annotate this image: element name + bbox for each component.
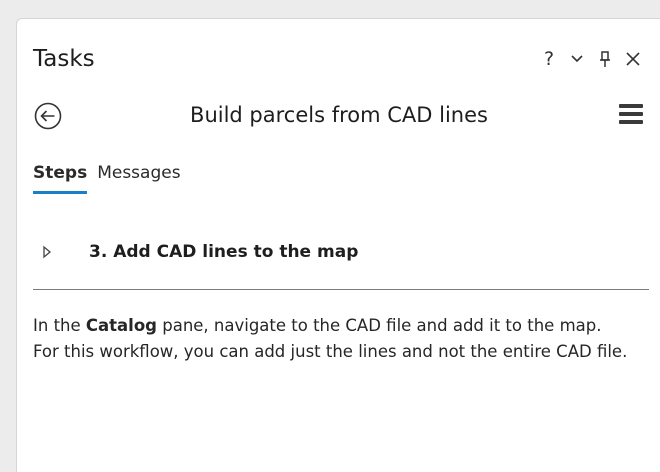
close-button[interactable] <box>619 45 647 73</box>
step-header[interactable]: 3. Add CAD lines to the map <box>33 237 358 267</box>
step-title: 3. Add CAD lines to the map <box>89 242 359 262</box>
chevron-down-icon <box>571 55 583 63</box>
catalog-pane-term: Catalog <box>85 316 157 335</box>
back-arrow-icon <box>34 102 62 130</box>
help-button[interactable]: ? <box>535 45 563 73</box>
options-dropdown-button[interactable] <box>563 45 591 73</box>
tab-bar: Steps Messages <box>33 161 181 194</box>
expand-icon <box>33 245 61 259</box>
help-icon: ? <box>543 48 555 70</box>
window-background: Tasks ? Build parcels from CAD lines Ste… <box>0 0 660 472</box>
hamburger-icon <box>619 104 643 124</box>
instruction-paragraph-1: In the Catalog pane, navigate to the CAD… <box>33 316 602 335</box>
pin-button[interactable] <box>591 45 619 73</box>
divider <box>33 289 649 290</box>
pane-title: Tasks <box>33 46 95 72</box>
pane-controls: ? <box>535 45 647 73</box>
tasks-pane: Tasks ? Build parcels from CAD lines Ste… <box>16 18 660 472</box>
task-menu-button[interactable] <box>619 104 643 126</box>
task-title: Build parcels from CAD lines <box>190 103 488 127</box>
close-icon <box>626 52 640 66</box>
back-button[interactable] <box>33 101 63 131</box>
pin-icon <box>600 51 610 67</box>
tab-messages[interactable]: Messages <box>97 161 180 194</box>
instruction-paragraph-2: For this workflow, you can add just the … <box>33 342 628 361</box>
tab-steps[interactable]: Steps <box>33 161 88 194</box>
step-instructions: In the Catalog pane, navigate to the CAD… <box>33 313 660 365</box>
